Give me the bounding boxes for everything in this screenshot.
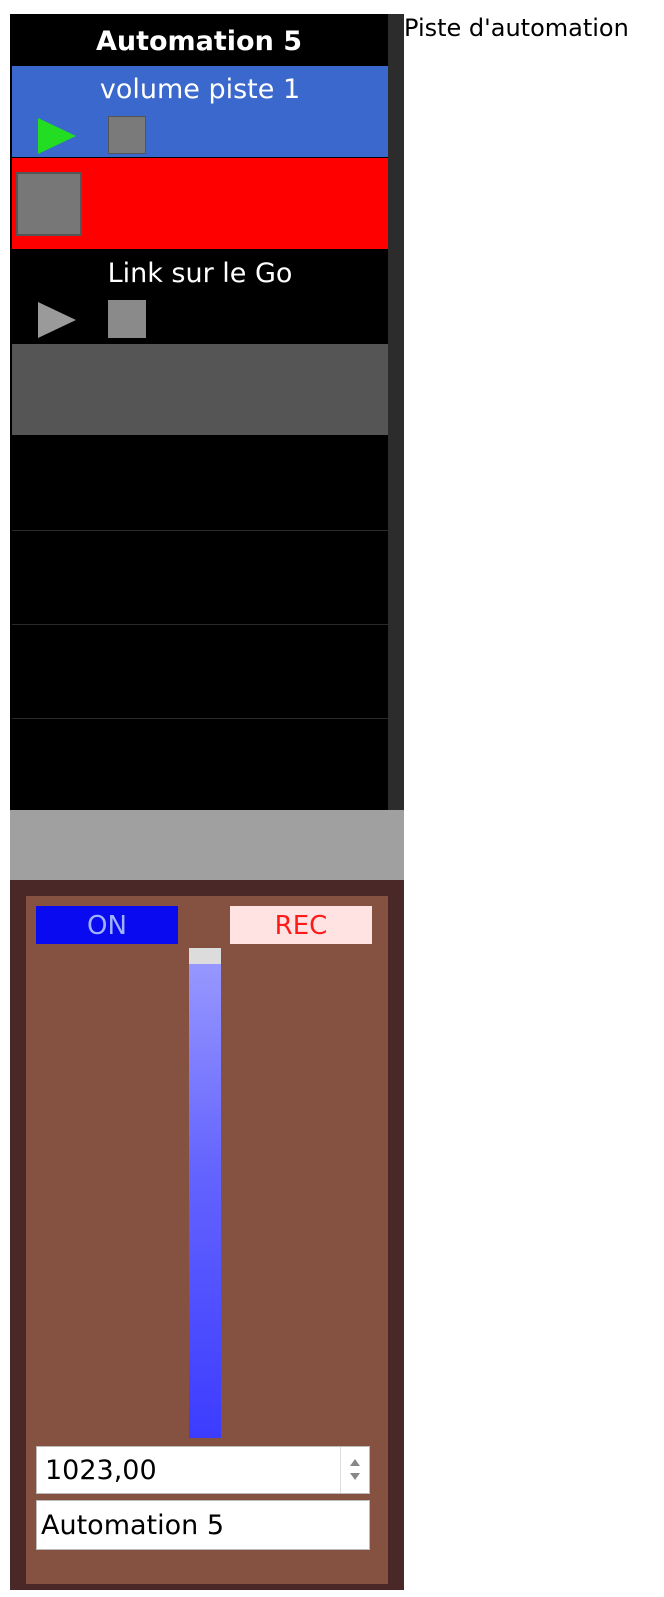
level-slider[interactable] bbox=[189, 948, 221, 1438]
automation-panel: Automation 5 volume piste 1 Link sur le … bbox=[10, 14, 404, 810]
slot-label: Link sur le Go bbox=[107, 258, 293, 289]
play-icon[interactable] bbox=[38, 302, 76, 338]
divider bbox=[12, 530, 388, 531]
on-button[interactable]: ON bbox=[36, 906, 178, 944]
divider bbox=[12, 624, 388, 625]
automation-control-panel: ON REC 1023,00 Automation 5 bbox=[10, 880, 404, 1590]
value-text: 1023,00 bbox=[45, 1455, 157, 1486]
automation-name-field[interactable]: Automation 5 bbox=[36, 1500, 370, 1550]
panel-title: Automation 5 bbox=[95, 26, 303, 57]
play-icon[interactable] bbox=[38, 118, 76, 154]
slot-recording[interactable] bbox=[12, 158, 388, 249]
slot-label: volume piste 1 bbox=[99, 74, 301, 105]
stop-icon[interactable] bbox=[108, 116, 146, 154]
divider bbox=[12, 718, 388, 719]
chevron-down-icon[interactable] bbox=[350, 1473, 360, 1480]
spin-arrows[interactable] bbox=[340, 1447, 369, 1493]
slot-link-sur-le-go[interactable]: Link sur le Go bbox=[12, 250, 388, 341]
chevron-up-icon[interactable] bbox=[350, 1459, 360, 1466]
caption: Piste d'automation bbox=[404, 14, 629, 42]
value-spinbox[interactable]: 1023,00 bbox=[36, 1446, 370, 1494]
scrollbar[interactable] bbox=[388, 14, 404, 810]
rec-button[interactable]: REC bbox=[230, 906, 372, 944]
separator-band bbox=[10, 810, 404, 880]
stop-icon[interactable] bbox=[108, 300, 146, 338]
stop-icon[interactable] bbox=[16, 172, 82, 236]
control-area: ON REC 1023,00 Automation 5 bbox=[26, 896, 388, 1584]
slot-volume-piste-1[interactable]: volume piste 1 bbox=[12, 66, 388, 157]
slot-empty[interactable] bbox=[12, 344, 388, 435]
slider-handle[interactable] bbox=[189, 948, 221, 964]
